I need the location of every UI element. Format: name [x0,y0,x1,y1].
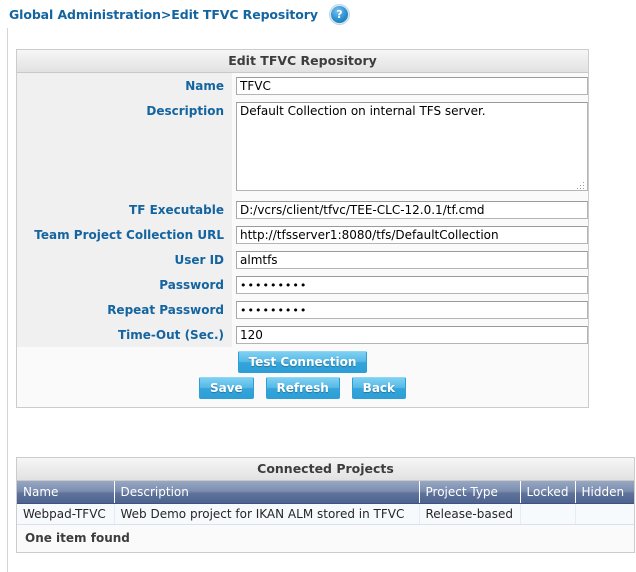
label-team-project-collection-url: Team Project Collection URL [17,222,233,247]
back-button[interactable]: Back [351,377,407,399]
connected-projects-table: Name Description Project Type Locked Hid… [17,481,634,525]
label-repeat-password: Repeat Password [17,297,233,322]
password-input[interactable] [236,276,588,294]
cell-locked [520,503,576,525]
table-row[interactable]: Webpad-TFVC Web Demo project for IKAN AL… [17,503,634,525]
form-row-description: Description [17,98,588,197]
page-frame: Edit TFVC Repository Name Description [7,28,636,572]
label-tf-executable: TF Executable [17,197,233,222]
label-name: Name [17,73,233,98]
form-row-timeout: Time-Out (Sec.) [17,322,588,347]
tf-executable-input[interactable] [236,201,588,219]
label-password: Password [17,272,233,297]
save-button[interactable]: Save [198,377,254,399]
connected-projects-panel-title: Connected Projects [17,458,634,481]
connected-projects-panel: Connected Projects Name Description Proj… [16,457,635,553]
user-id-input[interactable] [236,251,588,269]
description-textarea[interactable] [236,102,588,191]
column-header-project-type[interactable]: Project Type [419,481,521,504]
form-row-user-id: User ID [17,247,588,272]
form-row-repeat-password: Repeat Password [17,297,588,322]
cell-description: Web Demo project for IKAN ALM stored in … [114,503,420,525]
cell-project-type: Release-based [419,503,521,525]
form-row-collection-url: Team Project Collection URL [17,222,588,247]
column-header-locked[interactable]: Locked [520,481,576,504]
label-description: Description [17,98,233,197]
item-count-footer: One item found [17,525,634,552]
name-input[interactable] [236,77,588,95]
table-header-row: Name Description Project Type Locked Hid… [17,481,634,504]
repeat-password-input[interactable] [236,301,588,319]
edit-repository-panel-title: Edit TFVC Repository [17,50,588,73]
repository-form: Name Description [17,73,588,347]
column-header-description[interactable]: Description [114,481,420,504]
cell-hidden [575,503,634,525]
help-question-icon[interactable]: ? [329,4,349,24]
form-row-tf-executable: TF Executable [17,197,588,222]
breadcrumb[interactable]: Global Administration>Edit TFVC Reposito… [9,7,318,22]
form-row-password: Password [17,272,588,297]
label-time-out: Time-Out (Sec.) [17,322,233,347]
help-icon-glyph: ? [336,7,343,21]
form-row-name: Name [17,73,588,98]
label-user-id: User ID [17,247,233,272]
breadcrumb-bar: Global Administration>Edit TFVC Reposito… [0,0,636,28]
primary-button-row: Test Connection [17,347,588,373]
team-project-collection-url-input[interactable] [236,226,588,244]
secondary-button-row: Save Refresh Back [17,373,588,407]
time-out-input[interactable] [236,326,588,344]
edit-repository-panel: Edit TFVC Repository Name Description [16,49,589,408]
description-wrapper [236,102,588,194]
refresh-button[interactable]: Refresh [265,377,340,399]
test-connection-button[interactable]: Test Connection [237,351,368,373]
column-header-hidden[interactable]: Hidden [575,481,634,504]
cell-name[interactable]: Webpad-TFVC [17,503,115,525]
column-header-name[interactable]: Name [17,481,115,504]
